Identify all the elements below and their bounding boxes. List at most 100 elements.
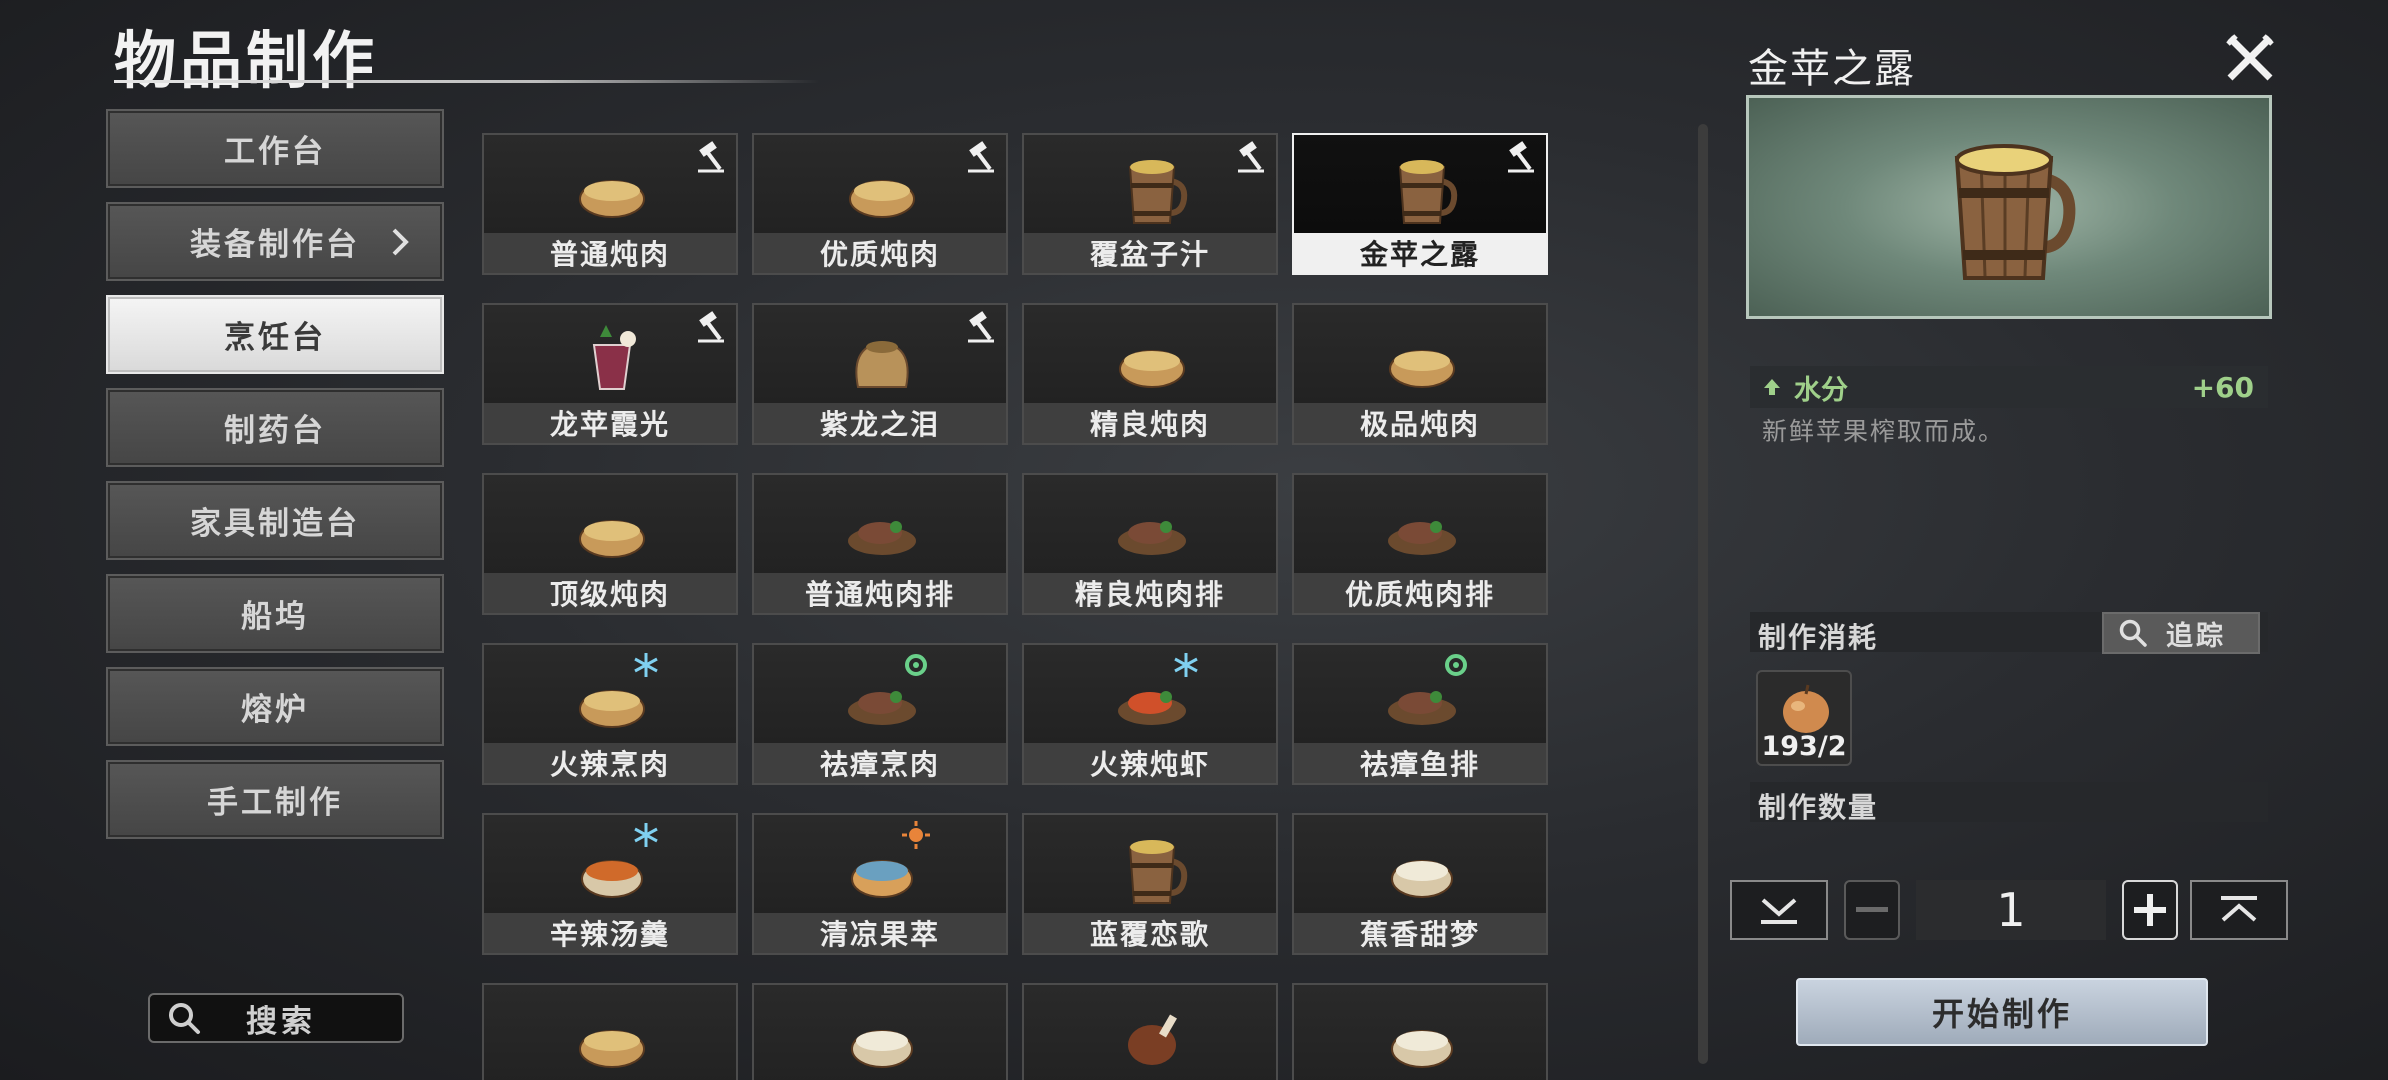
stew-bowl-icon	[1389, 350, 1455, 388]
recipe-name: 火辣烹肉	[484, 743, 736, 783]
recipe-tile[interactable]: 优质炖肉	[752, 133, 1008, 275]
start-crafting-button[interactable]: 开始制作	[1796, 978, 2208, 1046]
grid-scrollbar[interactable]	[1698, 124, 1708, 1064]
stew-bowl-icon	[579, 520, 645, 558]
track-button[interactable]: 追踪	[2102, 612, 2260, 654]
recipe-tile[interactable]: 覆盆子汁	[1022, 133, 1278, 275]
quantity-section: 制作数量	[1750, 782, 2268, 824]
sidebar-item-label: 船坞	[241, 599, 309, 635]
chevron-up-bar-icon	[2221, 896, 2257, 922]
sun-icon	[902, 821, 930, 849]
recipe-tile[interactable]: 龙苹霞光	[482, 303, 738, 445]
recipe-tile[interactable]: 蓝覆恋歌	[1022, 813, 1278, 955]
chevron-down-bar-icon	[1761, 898, 1797, 924]
recipe-name: 普通炖肉	[484, 233, 736, 273]
stew-bowl-icon	[579, 180, 645, 218]
sidebar-item-label: 装备制作台	[190, 227, 360, 263]
material-slot[interactable]: 193/2	[1756, 670, 1852, 766]
snowflake-icon	[634, 823, 658, 847]
rice-plate-icon	[1391, 1030, 1453, 1068]
recipe-tile[interactable]	[1022, 983, 1278, 1080]
recipe-tile[interactable]: 火辣烹肉	[482, 643, 738, 785]
recipe-tile[interactable]: 紫龙之泪	[752, 303, 1008, 445]
material-count: 193/2	[1761, 731, 1847, 762]
max-quantity-button[interactable]	[2190, 880, 2288, 940]
recipe-tile[interactable]: 普通炖肉	[482, 133, 738, 275]
gear-badge-icon	[905, 654, 927, 676]
recipe-name: 优质炖肉	[754, 233, 1006, 273]
track-label: 追踪	[2166, 620, 2226, 652]
sidebar-item-label: 工作台	[224, 134, 326, 170]
recipe-tile[interactable]	[752, 983, 1008, 1080]
wooden-mug-icon	[1128, 160, 1188, 224]
roast-leg-icon	[1128, 1014, 1177, 1065]
recipe-tile[interactable]: 火辣炖虾	[1022, 643, 1278, 785]
stat-row: 水分 +60	[1750, 366, 2268, 408]
hammer-icon	[1508, 141, 1534, 173]
recipe-tile[interactable]: 金苹之露	[1292, 133, 1548, 275]
sidebar-item-4[interactable]: 家具制造台	[106, 481, 444, 560]
search-icon	[169, 1003, 200, 1034]
sidebar-item-7[interactable]: 手工制作	[106, 760, 444, 839]
wooden-mug-icon	[1954, 144, 2076, 280]
recipe-name: 优质炖肉排	[1294, 573, 1546, 613]
recipe-tile[interactable]	[482, 983, 738, 1080]
sidebar-item-2[interactable]: 烹饪台	[106, 295, 444, 374]
arrow-up-icon	[1764, 379, 1780, 395]
recipe-tile[interactable]: 精良炖肉排	[1022, 473, 1278, 615]
search-icon	[2119, 619, 2147, 647]
decrease-button[interactable]	[1844, 880, 1900, 940]
recipe-tile[interactable]: 普通炖肉排	[752, 473, 1008, 615]
sidebar-item-0[interactable]: 工作台	[106, 109, 444, 188]
recipe-tile[interactable]: 精良炖肉	[1022, 303, 1278, 445]
stew-bowl-icon	[579, 1030, 645, 1068]
minus-icon	[1856, 907, 1888, 912]
item-preview	[1746, 95, 2272, 319]
quantity-value[interactable]: 1	[1916, 880, 2106, 940]
sidebar-item-label: 家具制造台	[190, 506, 360, 542]
recipe-tile[interactable]: 祛瘴烹肉	[752, 643, 1008, 785]
recipe-tile[interactable]: 极品炖肉	[1292, 303, 1548, 445]
detail-title: 金苹之露	[1748, 46, 1916, 92]
stat-value: +60	[2191, 370, 2254, 404]
sidebar-item-5[interactable]: 船坞	[106, 574, 444, 653]
recipe-tile[interactable]: 优质炖肉排	[1292, 473, 1548, 615]
recipe-name: 祛瘴鱼排	[1294, 743, 1546, 783]
item-description: 新鲜苹果榨取而成。	[1762, 417, 2006, 446]
recipe-name: 龙苹霞光	[484, 403, 736, 443]
cocktail-glass-icon	[592, 325, 636, 390]
hammer-icon	[968, 141, 994, 173]
search-input[interactable]: 搜索	[148, 993, 404, 1043]
recipe-tile[interactable]: 清凉果萃	[752, 813, 1008, 955]
recipe-name: 蕉香甜梦	[1294, 913, 1546, 953]
recipe-name: 普通炖肉排	[754, 573, 1006, 613]
snowflake-icon	[634, 653, 658, 677]
increase-button[interactable]	[2122, 880, 2178, 940]
quantity-label: 制作数量	[1758, 791, 1879, 824]
recipe-name: 火辣炖虾	[1024, 743, 1276, 783]
apple-icon	[1783, 684, 1829, 733]
sidebar-item-label: 手工制作	[207, 785, 343, 821]
recipe-name: 精良炖肉排	[1024, 573, 1276, 613]
sack-icon	[855, 341, 909, 388]
meat-plate-icon	[1388, 521, 1456, 555]
wooden-mug-icon	[1128, 840, 1188, 904]
recipe-tile[interactable]: 顶级炖肉	[482, 473, 738, 615]
recipe-grid[interactable]: 普通炖肉 优质炖肉 覆盆子汁 金苹之露龙苹霞光 紫龙之泪 精良炖肉 极品炖肉顶级炖肉 普通炖肉…	[482, 133, 1554, 1080]
recipe-tile[interactable]	[1292, 983, 1548, 1080]
page-title: 物品制作	[114, 24, 379, 97]
min-quantity-button[interactable]	[1730, 880, 1828, 940]
recipe-tile[interactable]: 辛辣汤羹	[482, 813, 738, 955]
close-icon[interactable]	[2222, 30, 2278, 86]
hammer-icon	[698, 311, 724, 343]
stat-name: 水分	[1794, 374, 1848, 406]
sidebar-item-6[interactable]: 熔炉	[106, 667, 444, 746]
sidebar-item-label: 熔炉	[241, 692, 309, 728]
recipe-tile[interactable]: 蕉香甜梦	[1292, 813, 1548, 955]
recipe-tile[interactable]: 祛瘴鱼排	[1292, 643, 1548, 785]
sidebar-item-3[interactable]: 制药台	[106, 388, 444, 467]
recipe-name: 极品炖肉	[1294, 403, 1546, 443]
sidebar-item-1[interactable]: 装备制作台	[106, 202, 444, 281]
stew-bowl-icon	[1119, 350, 1185, 388]
stew-bowl-icon	[849, 180, 915, 218]
